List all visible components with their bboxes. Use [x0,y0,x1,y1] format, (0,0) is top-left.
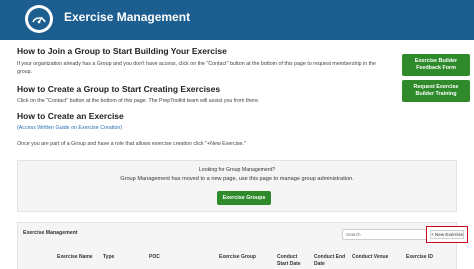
feedback-form-label-2: Feedback Form [416,65,456,71]
search-input[interactable] [342,229,434,240]
column-header-type[interactable]: Type [103,254,114,261]
column-header-conduct-start-date[interactable]: Conduct Start Date [277,254,301,268]
new-exercise-button[interactable]: + New Exercise [430,230,464,239]
create-group-heading: How to Create a Group to Start Creating … [17,84,221,94]
column-header-conduct-venue[interactable]: Conduct Venue [352,254,388,261]
notice-message: Group Management has moved to a new page… [120,176,354,182]
column-header-poc[interactable]: POC [149,254,160,261]
create-exercise-text: Once you are part of a Group and have a … [17,141,246,147]
join-group-text: If your organization already has a Group… [17,61,376,75]
exercise-management-panel: Exercise Management + New Exercise [17,222,468,269]
create-group-text: Click on the "Contact" button at the bot… [17,98,260,104]
request-training-button[interactable]: Request Exercise Builder Training [402,80,470,102]
panel-title: Exercise Management [23,230,78,236]
feedback-form-button[interactable]: Exercise Builder Feedback Form [402,54,470,76]
written-guide-link[interactable]: (Access Written Guide on Exercise Creati… [17,125,122,131]
column-header-exercise-group[interactable]: Exercise Group [219,254,256,261]
exercise-groups-button[interactable]: Exercise Groups [217,191,271,205]
column-header-conduct-end-date[interactable]: Conduct End Date [314,254,345,268]
notice-question: Looking for Group Management? [198,167,276,173]
group-management-notice: Looking for Group Management? Group Mana… [17,160,457,212]
column-header-exercise-name[interactable]: Exercise Name [57,254,93,261]
create-exercise-heading: How to Create an Exercise [17,111,124,121]
request-training-label-2: Builder Training [415,91,457,97]
request-training-label-1: Request Exercise [413,84,459,90]
gauge-icon [25,5,53,33]
page-header: Exercise Management [0,0,474,40]
feedback-form-label-1: Exercise Builder [414,58,458,64]
column-header-exercise-id[interactable]: Exercise ID [406,254,433,261]
join-group-heading: How to Join a Group to Start Building Yo… [17,46,227,56]
new-exercise-highlight: + New Exercise [426,226,468,243]
page-title: Exercise Management [64,10,191,24]
guide-link-row: (Access Written Guide on Exercise Creati… [17,124,122,132]
